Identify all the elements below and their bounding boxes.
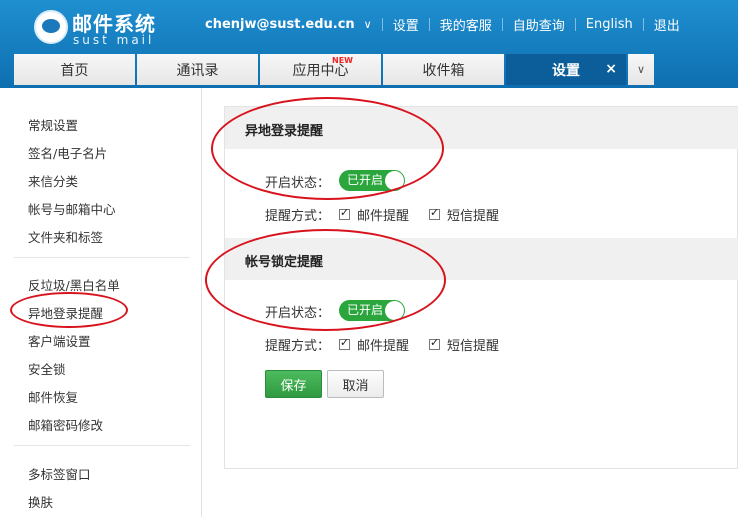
sidebar-item-security-lock[interactable]: 安全锁 [28,359,66,378]
tab-bar: 首页 通讯录 应用中心 NEW 收件箱 设置 × ∨ [14,54,654,85]
checkbox-checked-icon [429,336,440,350]
logo-subtitle: sust mail [73,33,155,47]
sidebar-item-accounts[interactable]: 帐号与邮箱中心 [28,199,116,218]
sms-alert-checkbox[interactable]: 短信提醒 [429,205,499,224]
header: 邮件系统 sust mail chenjw@sust.edu.cn ∨ 设置 我… [0,0,738,88]
tab-more-chevron-icon[interactable]: ∨ [628,54,654,85]
checkbox-checked-icon [429,206,440,220]
divider [381,17,383,31]
checkbox-label: 邮件提醒 [357,339,410,354]
sidebar-item-mail-recovery[interactable]: 邮件恢复 [28,387,78,406]
section-header: 帐号锁定提醒 [225,238,738,280]
checkbox-checked-icon [339,336,350,350]
close-icon[interactable]: × [605,61,617,77]
account-lock-toggle[interactable]: 已开启 [339,300,405,321]
divider [501,17,503,31]
tab-label: 首页 [60,62,89,79]
sidebar-item-antispam[interactable]: 反垃圾/黑白名单 [28,275,120,294]
divider [14,445,190,446]
save-button[interactable]: 保存 [265,370,322,398]
sidebar-item-signature[interactable]: 签名/电子名片 [28,143,107,162]
sms-alert-checkbox[interactable]: 短信提醒 [429,335,499,354]
divider [642,17,644,31]
tab-label: 收件箱 [422,62,465,79]
logout-link[interactable]: 退出 [654,15,680,34]
english-link[interactable]: English [586,17,633,32]
sidebar-item-remote-login-alert[interactable]: 异地登录提醒 [28,303,103,322]
section-header: 异地登录提醒 [225,107,738,149]
tab-app-center[interactable]: 应用中心 NEW [260,54,381,85]
sidebar-item-mail-filter[interactable]: 来信分类 [28,171,78,190]
status-label: 开启状态： [265,176,331,191]
new-badge: NEW [332,56,353,65]
settings-panel: 异地登录提醒 开启状态： 已开启 提醒方式： 邮件提醒 短信提醒 帐号锁定提醒 … [224,106,738,469]
divider [14,257,190,258]
sidebar-item-folders[interactable]: 文件夹和标签 [28,227,103,246]
tab-contacts[interactable]: 通讯录 [137,54,258,85]
toggle-knob [385,171,404,190]
section-title-account-lock: 帐号锁定提醒 [245,255,324,270]
sidebar-item-skin[interactable]: 换肤 [28,492,53,511]
sidebar-item-multi-tab[interactable]: 多标签窗口 [28,464,91,483]
settings-link[interactable]: 设置 [393,15,419,34]
customer-service-link[interactable]: 我的客服 [440,15,492,34]
sidebar-item-client-settings[interactable]: 客户端设置 [28,331,91,350]
toggle-text: 已开启 [347,303,384,317]
divider [428,17,430,31]
cancel-button[interactable]: 取消 [327,370,384,398]
sidebar-item-general[interactable]: 常规设置 [28,115,78,134]
method-label: 提醒方式： [265,209,331,224]
tab-settings[interactable]: 设置 × [506,54,626,85]
checkbox-checked-icon [339,206,350,220]
logo[interactable]: 邮件系统 sust mail [30,9,160,47]
section-title-remote-login: 异地登录提醒 [245,124,324,139]
divider [574,17,576,31]
tab-home[interactable]: 首页 [14,54,135,85]
toggle-text: 已开启 [347,173,384,187]
email-alert-checkbox[interactable]: 邮件提醒 [339,205,409,224]
toggle-knob [385,301,404,320]
status-label: 开启状态： [265,306,331,321]
logo-emblem-icon [34,10,68,44]
email-alert-checkbox[interactable]: 邮件提醒 [339,335,409,354]
user-account-menu[interactable]: chenjw@sust.edu.cn [205,17,355,32]
method-label: 提醒方式： [265,339,331,354]
checkbox-label: 短信提醒 [447,339,500,354]
checkbox-label: 邮件提醒 [357,209,410,224]
checkbox-label: 短信提醒 [447,209,500,224]
self-service-link[interactable]: 自助查询 [513,15,565,34]
sidebar-item-password-change[interactable]: 邮箱密码修改 [28,415,103,434]
chevron-down-icon[interactable]: ∨ [364,18,372,31]
tab-inbox[interactable]: 收件箱 [383,54,504,85]
remote-login-toggle[interactable]: 已开启 [339,170,405,191]
tab-label: 通讯录 [176,62,219,79]
tab-label: 设置 [552,62,580,79]
sidebar: 常规设置 签名/电子名片 来信分类 帐号与邮箱中心 文件夹和标签 反垃圾/黑白名… [0,88,202,517]
top-nav: chenjw@sust.edu.cn ∨ 设置 我的客服 自助查询 Englis… [205,15,680,34]
